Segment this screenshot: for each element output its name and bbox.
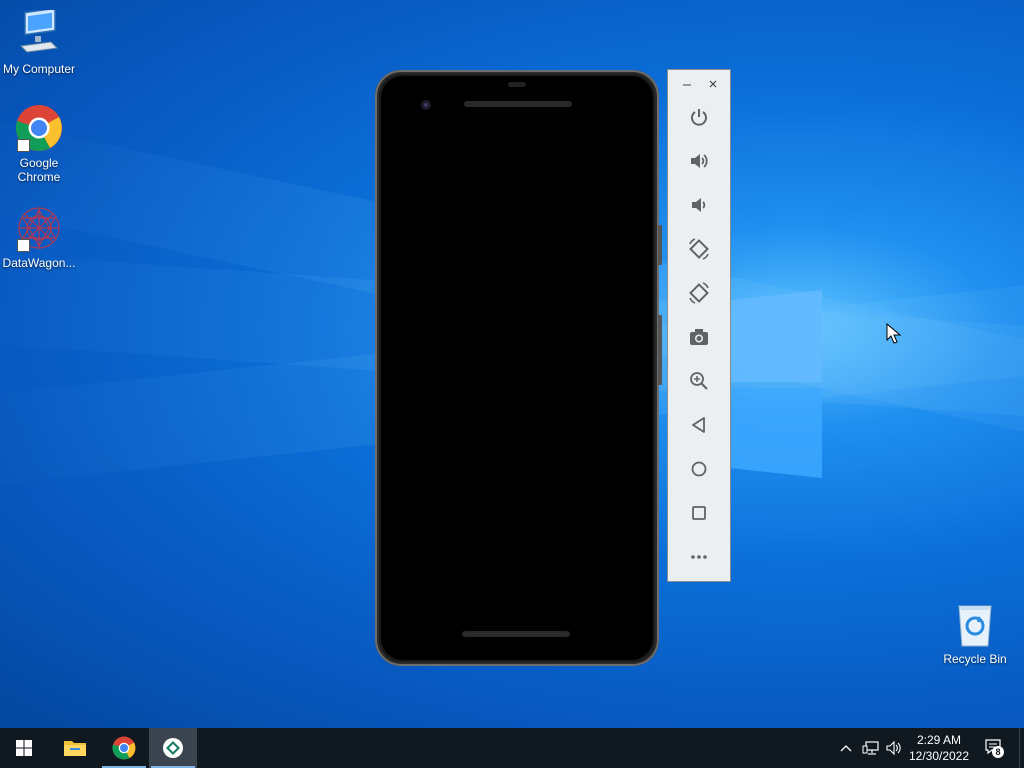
clock-date: 12/30/2022 xyxy=(908,749,970,763)
back-icon xyxy=(692,417,705,433)
rotate-right-button[interactable] xyxy=(686,280,712,306)
chevron-up-icon xyxy=(840,745,852,752)
desktop-icon-label: Recycle Bin xyxy=(943,652,1007,666)
home-button[interactable] xyxy=(686,456,712,482)
bottom-speaker xyxy=(462,631,570,637)
top-sensor xyxy=(508,82,526,87)
taskbar-emulator[interactable] xyxy=(149,728,197,768)
desktop-icon-recycle-bin[interactable]: Recycle Bin xyxy=(936,600,1014,666)
taskbar-chrome[interactable] xyxy=(100,728,148,768)
zoom-button[interactable] xyxy=(686,368,712,394)
desktop-icon-google-chrome[interactable]: Google Chrome xyxy=(0,104,78,184)
taskbar-clock[interactable]: 2:29 AM 12/30/2022 xyxy=(908,732,970,764)
minimize-icon[interactable] xyxy=(682,80,692,90)
rotate-left-button[interactable] xyxy=(686,236,712,262)
front-camera-icon xyxy=(421,100,431,110)
volume-up-icon xyxy=(691,154,708,168)
earpiece-speaker xyxy=(464,101,572,107)
desktop-icon-my-computer[interactable]: My Computer xyxy=(0,7,78,76)
volume-button[interactable] xyxy=(884,738,904,758)
emulator-phone-frame xyxy=(375,70,662,666)
camera-icon xyxy=(690,329,708,345)
side-volume-button xyxy=(658,315,662,385)
volume-down-button[interactable] xyxy=(686,192,712,218)
volume-up-button[interactable] xyxy=(686,148,712,174)
chrome-icon xyxy=(15,104,63,152)
start-button[interactable] xyxy=(0,728,48,768)
network-button[interactable] xyxy=(861,738,881,758)
network-icon xyxy=(862,741,879,755)
taskbar-file-explorer[interactable] xyxy=(51,728,99,768)
recycle-bin-icon xyxy=(951,600,999,648)
power-icon xyxy=(691,109,707,126)
emulator-toolbar xyxy=(667,69,731,582)
windows-start-icon xyxy=(16,740,32,756)
more-button[interactable] xyxy=(686,544,712,570)
zoom-icon xyxy=(690,372,708,390)
desktop-icon-label: Google Chrome xyxy=(17,156,61,184)
desktop-icon-datawagon[interactable]: DataWagon... xyxy=(0,204,78,270)
side-power-button xyxy=(658,225,662,265)
rotate-left-icon xyxy=(689,238,709,260)
emulator-screen[interactable] xyxy=(381,76,653,660)
more-icon xyxy=(691,555,707,559)
action-center-button[interactable]: 8 xyxy=(982,737,1006,758)
emulator-app-icon xyxy=(163,738,183,758)
back-button[interactable] xyxy=(686,412,712,438)
computer-icon xyxy=(15,7,63,58)
show-desktop-button[interactable] xyxy=(1019,728,1024,768)
screenshot-button[interactable] xyxy=(686,324,712,350)
home-icon xyxy=(691,461,707,477)
shortcut-arrow-icon xyxy=(17,239,30,252)
volume-down-icon xyxy=(692,198,706,212)
clock-time: 2:29 AM xyxy=(916,733,962,747)
taskbar: 2:29 AM 12/30/2022 8 xyxy=(0,728,1024,768)
overview-button[interactable] xyxy=(686,500,712,526)
close-icon[interactable] xyxy=(708,79,718,89)
desktop-icon-label: DataWagon... xyxy=(2,256,76,270)
datawagon-icon xyxy=(15,204,63,252)
notification-count-badge: 8 xyxy=(992,746,1004,758)
rotate-right-icon xyxy=(689,282,709,304)
speaker-icon xyxy=(886,740,901,756)
shortcut-arrow-icon xyxy=(17,139,30,152)
overview-icon xyxy=(692,506,706,520)
desktop-icon-label: My Computer xyxy=(2,62,76,76)
chrome-icon xyxy=(112,736,136,760)
show-hidden-icons-button[interactable] xyxy=(838,738,854,758)
mouse-cursor-icon xyxy=(886,323,902,344)
desktop: My Computer Google Chrome DataWagon... R… xyxy=(0,0,1024,728)
folder-icon xyxy=(64,741,86,756)
power-button[interactable] xyxy=(686,104,712,130)
